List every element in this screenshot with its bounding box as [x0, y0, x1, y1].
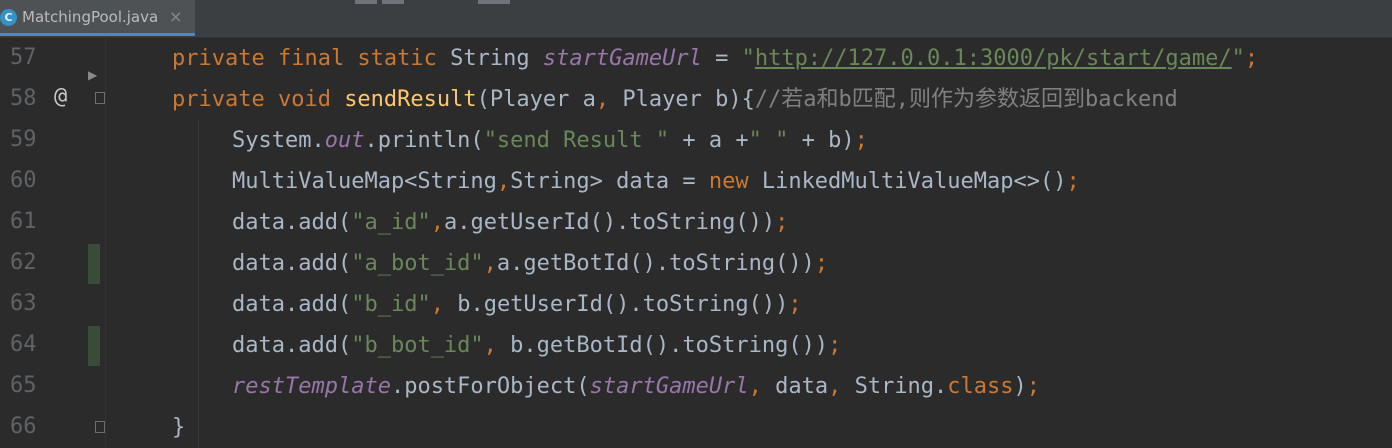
code-token: .postForObject(	[390, 374, 590, 399]
code-text: System.out.println("send Result " + a +"…	[232, 127, 868, 155]
code-token: =	[701, 46, 742, 71]
code-token: String.	[854, 374, 948, 399]
editor-tab-bar: C MatchingPool.java ×	[0, 0, 1392, 38]
code-token: "	[741, 46, 755, 71]
code-token: http://127.0.0.1:3000/pk/start/game/	[754, 46, 1232, 71]
code-token: )	[1013, 374, 1027, 399]
code-line[interactable]: 59 System.out.println("send Result " + a …	[0, 123, 1392, 164]
code-line[interactable]: 62 data.add("a_bot_id",a.getBotId().toStr…	[0, 246, 1392, 287]
code-token: a.getUserId().toString())	[443, 210, 776, 235]
code-token: ,	[483, 251, 497, 276]
code-token: out	[324, 128, 365, 153]
code-token: (Player a	[476, 87, 596, 112]
code-token: }	[172, 415, 186, 440]
code-token: ;	[1066, 169, 1080, 194]
code-token: ;	[854, 128, 868, 153]
line-number: 64	[10, 332, 37, 357]
ide-window: C MatchingPool.java × ▶ @ 57 private fina…	[0, 0, 1392, 448]
code-text: private void sendResult(Player a, Player…	[172, 86, 1178, 114]
line-number: 62	[10, 250, 37, 275]
line-number: 58	[10, 86, 37, 111]
code-token: String	[450, 46, 543, 71]
code-line[interactable]: 61 data.add("a_id",a.getUserId().toString…	[0, 205, 1392, 246]
code-token: data.add(	[232, 333, 352, 358]
code-token: data.add(	[232, 251, 352, 276]
code-line[interactable]: 64 data.add("b_bot_id", b.getBotId().toSt…	[0, 328, 1392, 369]
code-token: Player b){	[622, 87, 755, 112]
tab-matchingpool-java[interactable]: C MatchingPool.java ×	[0, 0, 195, 36]
code-token: new	[708, 169, 762, 194]
line-number: 60	[10, 168, 37, 193]
code-line[interactable]: 60 MultiValueMap<String,String> data = ne…	[0, 164, 1392, 205]
code-token: ;	[788, 292, 802, 317]
line-number: 61	[10, 209, 37, 234]
tab-file-name: MatchingPool.java	[22, 8, 159, 26]
code-token: System.	[232, 128, 325, 153]
code-editor[interactable]: ▶ @ 57 private final static String startG…	[0, 38, 1392, 448]
code-token: MultiValueMap<String	[232, 169, 497, 194]
line-number: 59	[10, 127, 37, 152]
code-token: ,	[595, 87, 623, 112]
code-text: data.add("b_bot_id", b.getBotId().toStri…	[232, 332, 841, 360]
code-token: ,	[483, 333, 511, 358]
line-number: 65	[10, 373, 37, 398]
line-number: 57	[10, 45, 37, 70]
code-token: ,	[828, 374, 855, 399]
code-token: private void	[172, 87, 345, 112]
code-line[interactable]: 57 private final static String startGameU…	[0, 41, 1392, 82]
code-token: data	[775, 374, 829, 399]
code-token: a.getBotId().toString())	[496, 251, 815, 276]
code-line[interactable]: 63 data.add("b_id", b.getUserId().toStrin…	[0, 287, 1392, 328]
code-token: " "	[748, 128, 789, 153]
code-token: "b_id"	[351, 292, 431, 317]
code-token: "a_id"	[351, 210, 431, 235]
cutoff-text-fragment	[382, 0, 404, 4]
code-text: data.add("a_bot_id",a.getBotId().toStrin…	[232, 250, 828, 278]
code-token: startGameUrl	[542, 46, 702, 71]
code-token: startGameUrl	[589, 374, 749, 399]
code-token: "a_bot_id"	[351, 251, 484, 276]
code-token: restTemplate	[232, 374, 391, 399]
code-line[interactable]: 66}	[0, 410, 1392, 448]
code-token: LinkedMultiValueMap<>()	[761, 169, 1067, 194]
code-token: data.add(	[232, 292, 352, 317]
code-token: String> data =	[510, 169, 709, 194]
code-token: sendResult	[344, 87, 477, 112]
code-token: "b_bot_id"	[351, 333, 484, 358]
code-token: ,	[496, 169, 511, 194]
code-token: .println(	[364, 128, 484, 153]
line-number: 66	[10, 414, 37, 439]
code-token: ;	[775, 210, 789, 235]
code-text: }	[172, 414, 185, 442]
cutoff-text-fragment	[478, 0, 510, 4]
code-text: restTemplate.postForObject(startGameUrl,…	[232, 373, 1040, 401]
code-token: + a +	[669, 128, 749, 153]
code-token: "send Result "	[483, 128, 670, 153]
line-number: 63	[10, 291, 37, 316]
code-token: b.getBotId().toString())	[510, 333, 829, 358]
code-text: private final static String startGameUrl…	[172, 45, 1258, 73]
code-token: data.add(	[232, 210, 352, 235]
code-token: ;	[828, 333, 842, 358]
code-line[interactable]: 65 restTemplate.postForObject(startGameUr…	[0, 369, 1392, 410]
code-token: ,	[430, 210, 444, 235]
code-token: + b)	[788, 128, 855, 153]
code-token: private final static	[172, 46, 451, 71]
code-token: "	[1231, 46, 1245, 71]
code-text: MultiValueMap<String,String> data = new …	[232, 168, 1080, 196]
code-token: ,	[430, 292, 458, 317]
code-token: ,	[748, 374, 776, 399]
code-token: ;	[1026, 374, 1041, 399]
code-token: //若a和b匹配,则作为参数返回到backend	[754, 87, 1178, 112]
code-token: b.getUserId().toString())	[457, 292, 789, 317]
cutoff-text-fragment	[355, 0, 377, 4]
code-text: data.add("a_id",a.getUserId().toString()…	[232, 209, 788, 237]
code-line[interactable]: 58 private void sendResult(Player a, Play…	[0, 82, 1392, 123]
code-text: data.add("b_id", b.getUserId().toString(…	[232, 291, 802, 319]
code-token: ;	[814, 251, 829, 276]
close-icon[interactable]: ×	[169, 7, 182, 26]
code-token: ;	[1244, 46, 1259, 71]
code-token: class	[947, 374, 1014, 399]
java-class-icon: C	[0, 9, 17, 26]
